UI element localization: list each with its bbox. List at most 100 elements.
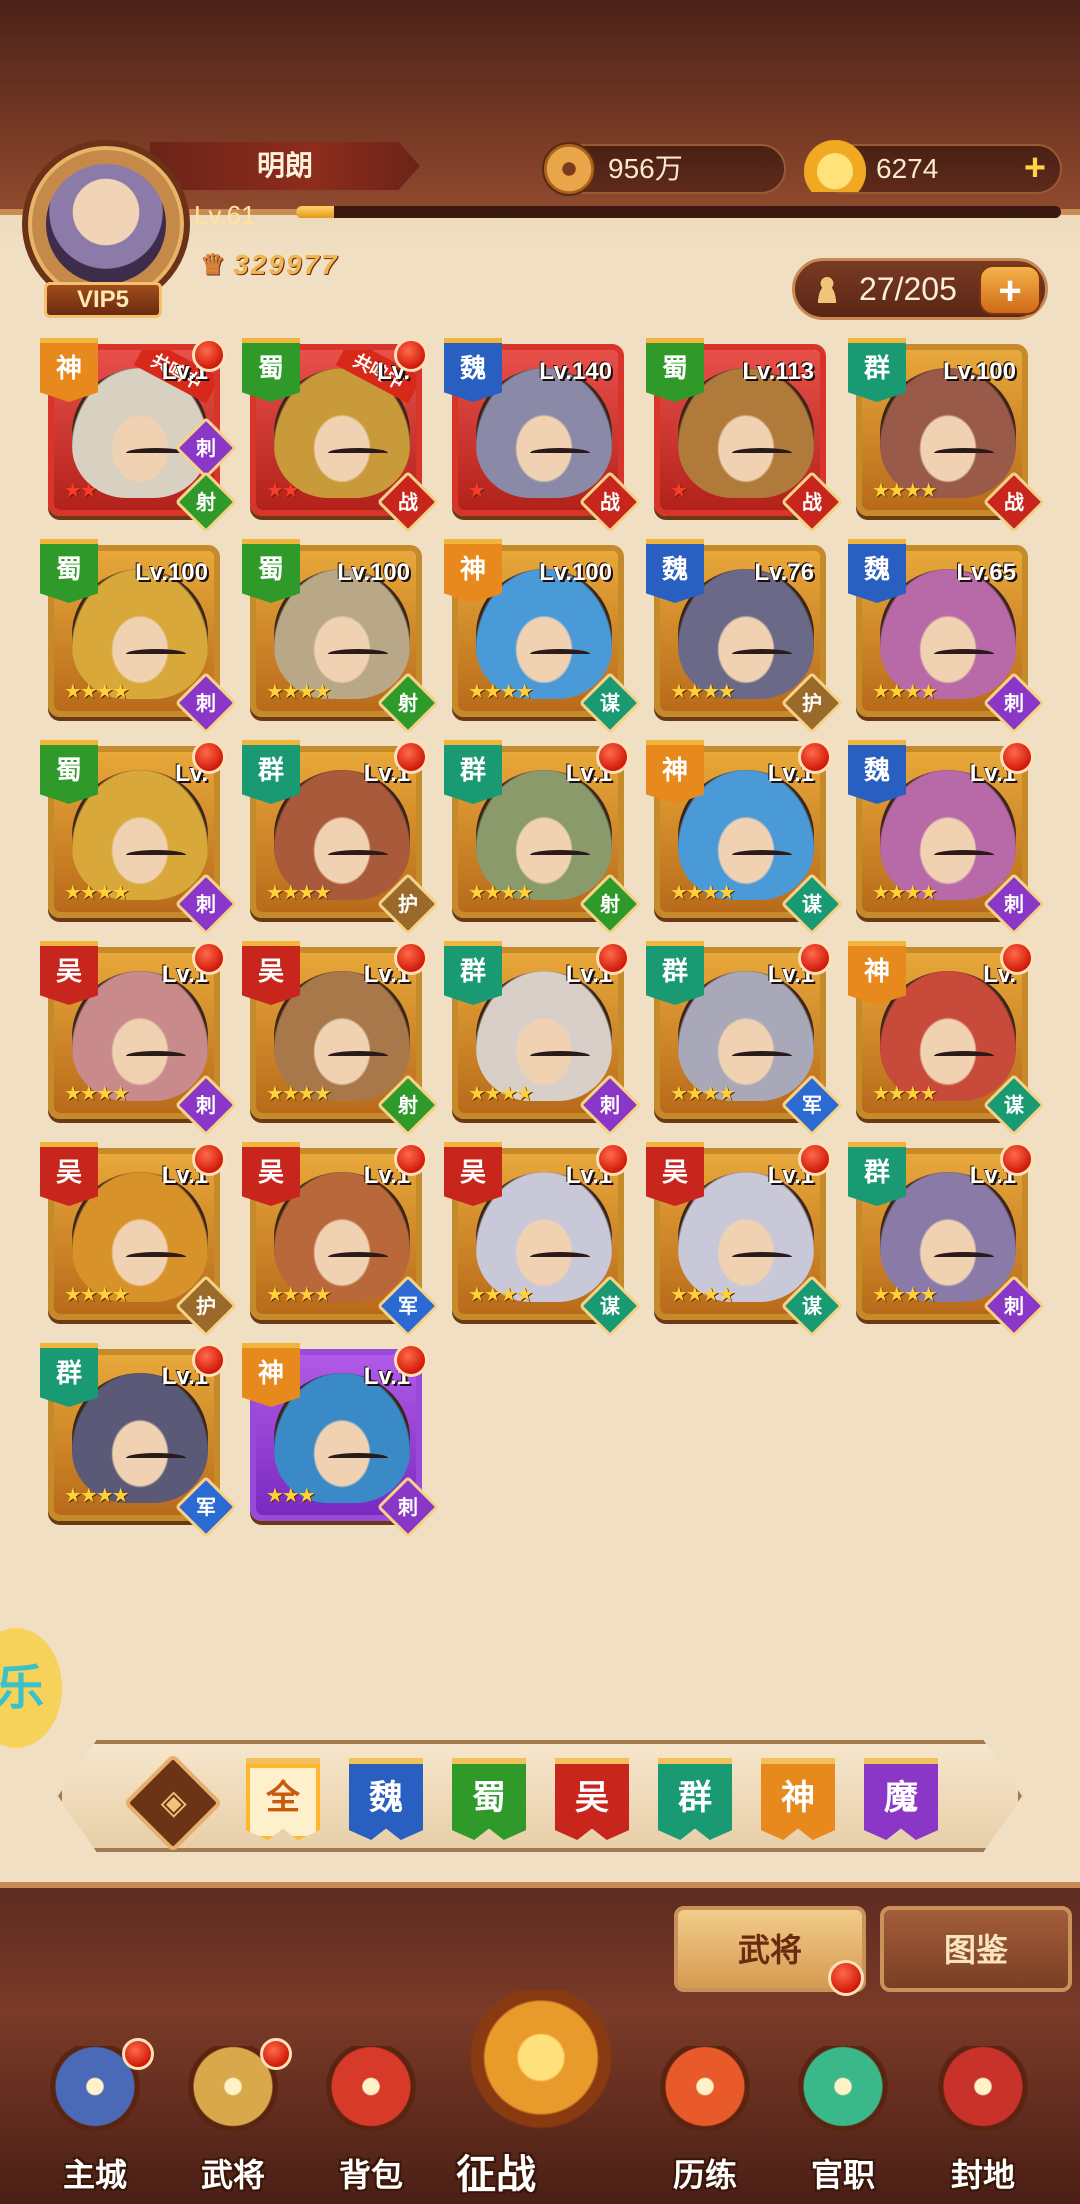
class-label: 刺 <box>196 691 216 715</box>
hero-card[interactable]: Lv.100 ★★★★ 蜀射 <box>242 539 440 735</box>
nav-label: 征战 <box>456 2152 536 2198</box>
hero-card[interactable]: Lv.140 ★ 魏战 <box>444 338 642 534</box>
hero-stars: ★★★★ <box>64 1483 130 1507</box>
hero-stars: ★★ <box>64 478 98 502</box>
hero-card[interactable]: Lv.1 ★★★★ 吴射 <box>242 941 440 1137</box>
nav-item[interactable]: 背包 <box>306 2046 436 2196</box>
hero-stars: ★★★★ <box>670 880 736 904</box>
hero-card[interactable]: Lv.1 ★★★★ 魏刺 <box>848 740 1046 936</box>
hero-card[interactable]: Lv.1 ★★★★ 群刺 <box>444 941 642 1137</box>
notification-dot <box>394 740 428 774</box>
class-label: 刺 <box>1004 1294 1024 1318</box>
class-label: 军 <box>802 1093 822 1117</box>
filter-button[interactable]: 魔 <box>864 1758 938 1840</box>
nav-item[interactable]: 主城 <box>30 2038 160 2196</box>
hero-card[interactable]: Lv.1 ★★★★ 吴谋 <box>646 1142 844 1338</box>
notification-dot <box>798 740 832 774</box>
hero-portrait-eyes <box>934 1051 994 1061</box>
notification-dot <box>596 740 630 774</box>
jade-seal-icon <box>798 2046 888 2136</box>
nav-item[interactable]: 封地 <box>918 2046 1048 2196</box>
notification-dot <box>394 338 428 372</box>
hero-card[interactable]: Lv.65 ★★★★ 魏刺 <box>848 539 1046 735</box>
filter-button[interactable]: 吴 <box>555 1758 629 1840</box>
hero-card[interactable]: Lv.1 ★★★★ 吴护 <box>40 1142 238 1338</box>
hero-card[interactable]: Lv. ★★★★ 神谋 <box>848 941 1046 1137</box>
power-crown-icon: ♛ <box>200 249 228 280</box>
hero-card[interactable]: Lv.1 ★★★★ 吴谋 <box>444 1142 642 1338</box>
side-event-bubble[interactable]: 乐 <box>0 1628 62 1748</box>
tab-heroes-notification-dot <box>828 1960 864 1996</box>
hero-stars: ★★ <box>266 478 300 502</box>
roster-count-value: 27/205 <box>859 271 957 307</box>
hero-stars: ★★★★ <box>266 880 332 904</box>
hero-card[interactable]: Lv.76 ★★★★ 魏护 <box>646 539 844 735</box>
expand-roster-button[interactable]: + <box>979 265 1041 315</box>
faction-banner: 魏 <box>848 740 906 804</box>
gold-value: 6274 <box>876 153 939 184</box>
filter-button[interactable]: 神 <box>761 1758 835 1840</box>
hero-card[interactable]: Lv.1 ★★★ 神刺 <box>242 1343 440 1539</box>
hero-portrait-eyes <box>328 649 388 659</box>
hero-stars: ★★★★ <box>64 880 130 904</box>
class-label: 谋 <box>1004 1093 1024 1117</box>
class-label: 刺 <box>1004 892 1024 916</box>
class-label: 战 <box>398 490 418 514</box>
nav-item[interactable]: 武将 <box>168 2038 298 2196</box>
filter-button[interactable]: 群 <box>658 1758 732 1840</box>
hero-card[interactable]: Lv.1 ★★★★ 群军 <box>40 1343 238 1539</box>
nav-label: 背包 <box>338 2156 403 2194</box>
faction-banner: 蜀 <box>242 539 300 603</box>
nav-item[interactable]: 官职 <box>778 2046 908 2196</box>
filter-button[interactable]: 魏 <box>349 1758 423 1840</box>
vip-badge[interactable]: VIP5 <box>44 282 162 318</box>
nav-item-battle[interactable]: 征战 <box>456 1990 626 2200</box>
hero-card[interactable]: Lv.100 ★★★★ 群战 <box>848 338 1046 534</box>
class-label: 射 <box>398 1093 418 1117</box>
hero-card[interactable]: Lv.1 ★★★★ 群护 <box>242 740 440 936</box>
class-label: 射 <box>600 892 620 916</box>
tab-codex[interactable]: 图鉴 <box>880 1906 1072 1992</box>
class-label: 军 <box>398 1294 418 1318</box>
hero-portrait-eyes <box>126 1252 186 1262</box>
filter-button[interactable]: 蜀 <box>452 1758 526 1840</box>
hero-stars: ★★★★ <box>266 1081 332 1105</box>
hero-card[interactable]: Lv.100 ★★★★ 蜀刺 <box>40 539 238 735</box>
hero-card[interactable]: 共鸣中 Lv. ★★ 蜀战 <box>242 338 440 534</box>
fief-gate-icon <box>938 2046 1028 2136</box>
coin-value: 956万 <box>608 153 683 184</box>
hero-stars: ★★★★ <box>468 679 534 703</box>
hero-card[interactable]: Lv.1 ★★★★ 群射 <box>444 740 642 936</box>
class-label: 刺 <box>196 1093 216 1117</box>
hero-level: Lv.65 <box>956 559 1016 586</box>
hero-stars: ★★★★ <box>670 1282 736 1306</box>
coin-counter[interactable]: 956万 <box>542 142 786 196</box>
hero-portrait-eyes <box>732 448 792 458</box>
hero-card[interactable]: Lv.100 ★★★★ 神谋 <box>444 539 642 735</box>
hero-card[interactable]: Lv.1 ★★★★ 神谋 <box>646 740 844 936</box>
nav-item[interactable]: 历练 <box>640 2046 770 2196</box>
hero-stars: ★★★★ <box>64 1282 130 1306</box>
hero-stars: ★★★★ <box>872 1081 938 1105</box>
hero-portrait-eyes <box>732 649 792 659</box>
gold-counter[interactable]: 6274 + <box>804 140 1062 194</box>
hero-card[interactable]: Lv.1 ★★★★ 群刺 <box>848 1142 1046 1338</box>
hero-card[interactable]: Lv. ★★★★ 蜀刺 <box>40 740 238 936</box>
hero-card[interactable]: Lv.1 ★★★★ 吴刺 <box>40 941 238 1137</box>
hero-card[interactable]: Lv.113 ★ 蜀战 <box>646 338 844 534</box>
hero-portrait-eyes <box>934 448 994 458</box>
class-label: 刺 <box>1004 691 1024 715</box>
faction-banner: 群 <box>444 941 502 1005</box>
hero-portrait-eyes <box>530 1051 590 1061</box>
filter-button[interactable]: 全 <box>246 1758 320 1840</box>
hero-card[interactable]: Lv.1 ★★★★ 吴军 <box>242 1142 440 1338</box>
roster-capacity: 27/205 + <box>792 258 1048 320</box>
hero-stars: ★★★★ <box>468 1282 534 1306</box>
notification-dot <box>1000 1142 1034 1176</box>
hero-card[interactable]: Lv.1 ★★★★ 群军 <box>646 941 844 1137</box>
class-label: 射 <box>398 691 418 715</box>
hero-portrait-eyes <box>328 448 388 458</box>
faction-banner: 吴 <box>40 941 98 1005</box>
add-gold-button[interactable]: + <box>1016 149 1054 188</box>
hero-card[interactable]: 共鸣中 Lv.1 ★★ 神刺射 <box>40 338 238 534</box>
